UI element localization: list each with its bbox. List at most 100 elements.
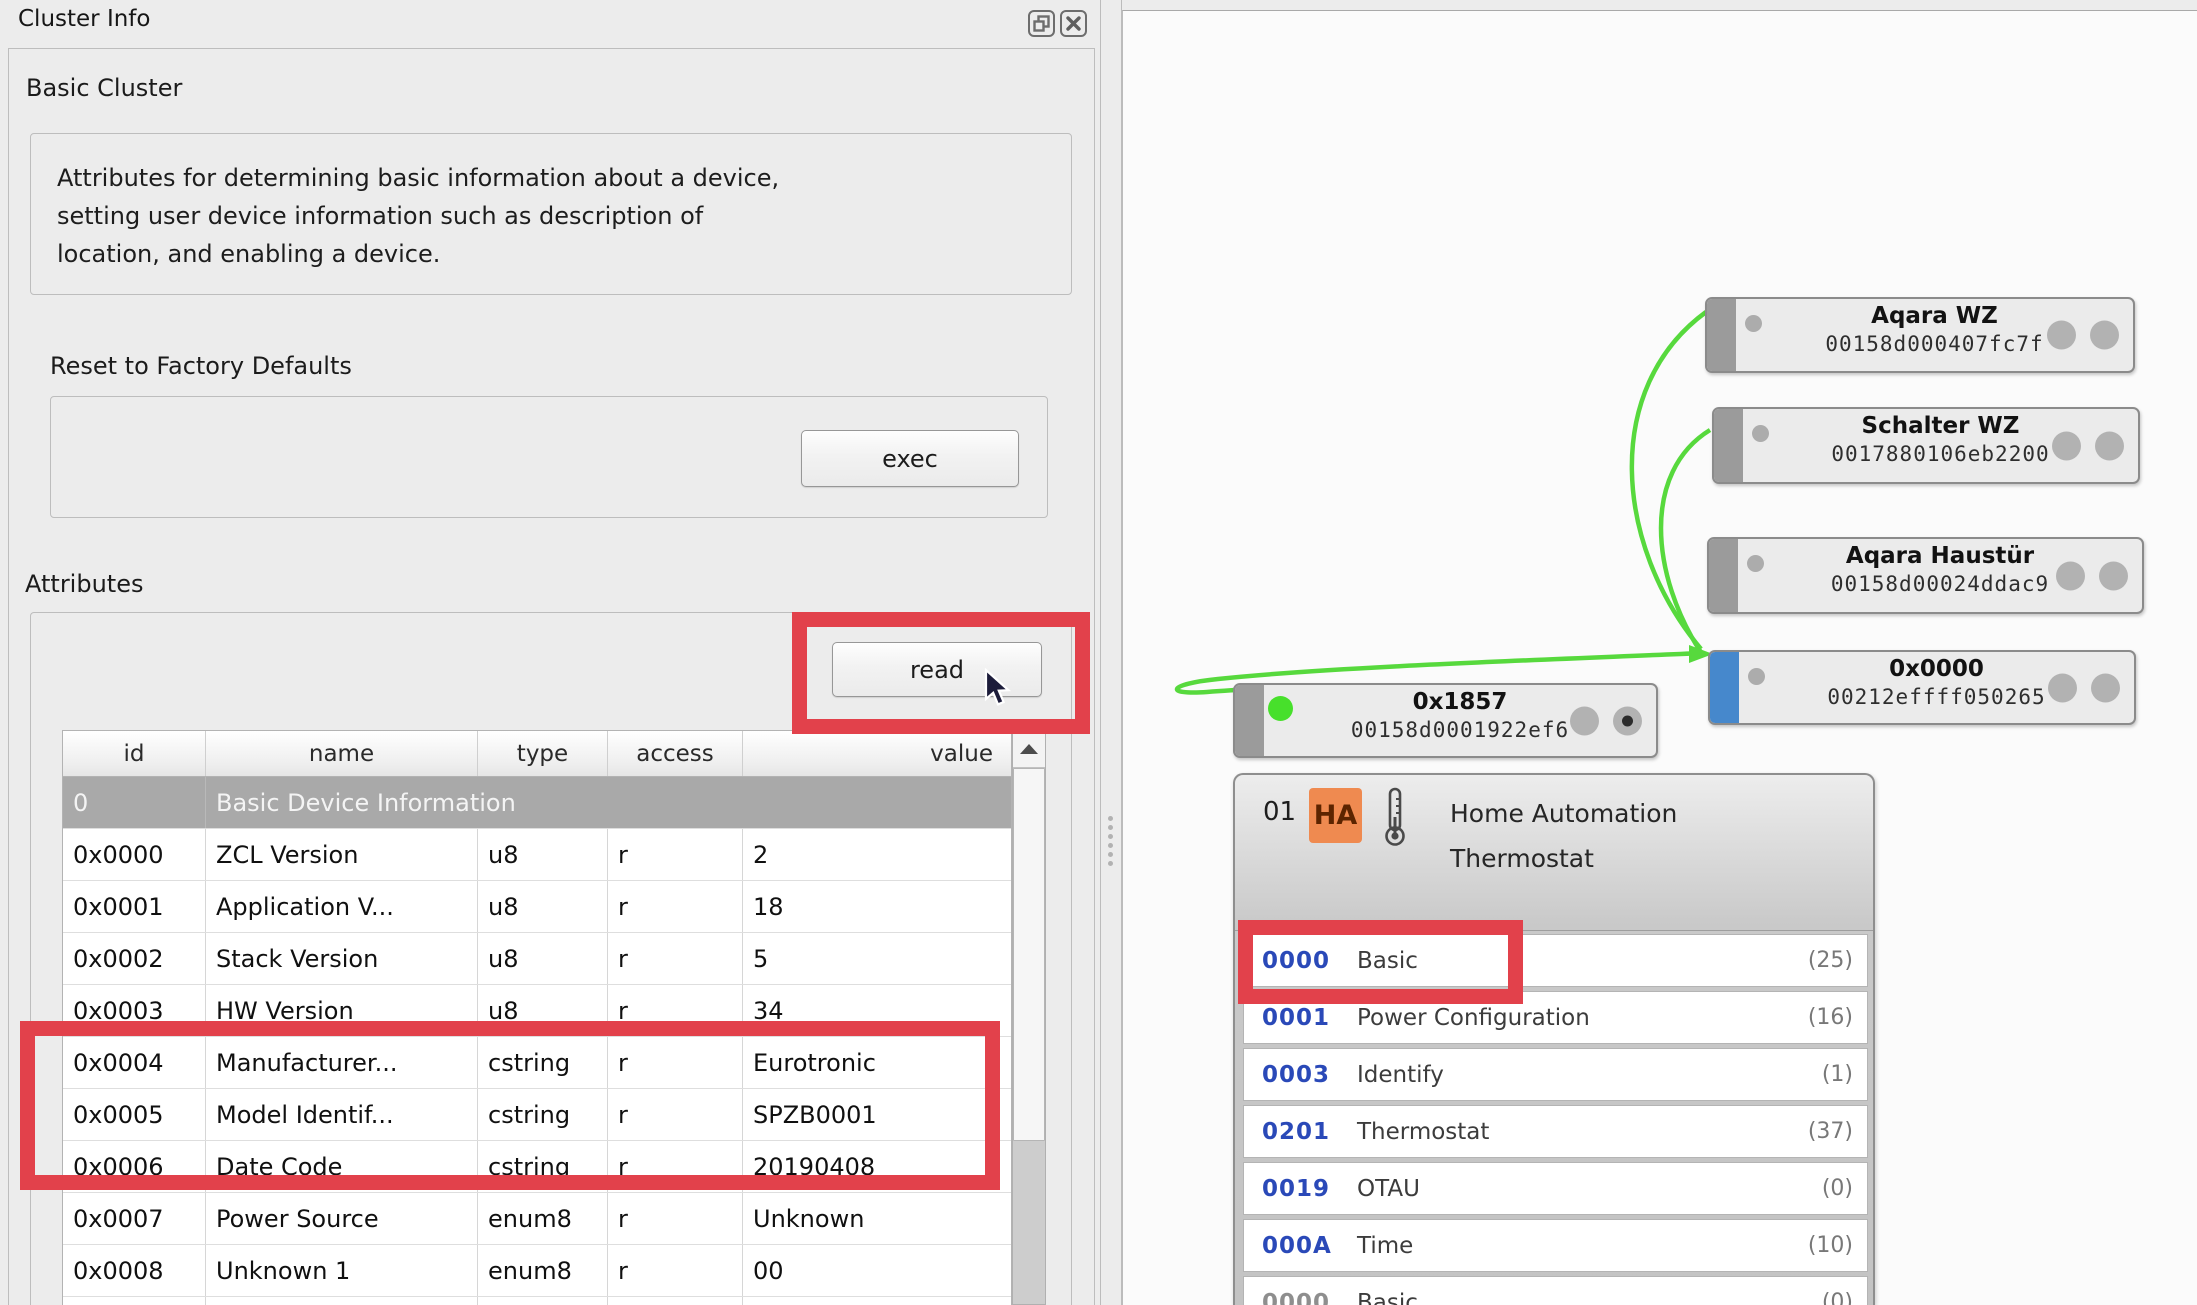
cluster-id: 0019 [1262, 1176, 1357, 1202]
cluster-attribute-count: (10) [1808, 1233, 1853, 1258]
node-indicator-circle [1570, 706, 1599, 735]
node-left-bar [1709, 539, 1738, 612]
cluster-name: Identify [1357, 1062, 1444, 1088]
node-indicator-circle [2052, 431, 2081, 460]
cell-value: 20190408 [743, 1141, 1011, 1192]
column-header-id[interactable]: id [63, 731, 206, 776]
cell-id: 0x0003 [63, 985, 206, 1036]
cell-name: Date Code [206, 1141, 478, 1192]
cell-name: Model Identif... [206, 1089, 478, 1140]
exec-button[interactable]: exec [801, 430, 1019, 487]
close-icon [1066, 16, 1081, 31]
cluster-id: 0201 [1262, 1119, 1357, 1145]
node-left-bar [1235, 685, 1264, 756]
column-header-type[interactable]: type [478, 731, 608, 776]
node-indicator-circle [2047, 321, 2076, 350]
thermometer-icon [1383, 787, 1407, 847]
cell-type: enum8 [478, 1193, 608, 1244]
cluster-attribute-count: (1) [1822, 1062, 1853, 1087]
cluster-row-otau[interactable]: 0019OTAU (0) [1243, 1162, 1868, 1215]
cell-id: 0x0000 [63, 829, 206, 880]
column-header-name[interactable]: name [206, 731, 478, 776]
node-indicator-circle [2056, 561, 2085, 590]
float-window-button[interactable] [1028, 10, 1055, 37]
endpoint-id: 01 [1263, 797, 1296, 827]
cell-id: 0x0004 [63, 1037, 206, 1088]
node-indicator-circle [2048, 673, 2077, 702]
splitter-handle[interactable] [1102, 810, 1120, 880]
table-row[interactable]: 0x0003HW Versionu8r34 [63, 985, 1011, 1037]
cluster-row-basic[interactable]: 0000Basic(25) [1243, 934, 1868, 987]
cluster-name: Power Configuration [1357, 1005, 1590, 1031]
cell-access: r [608, 1141, 743, 1192]
cell-type: enum8 [478, 1297, 608, 1305]
cell-name: Stack Version [206, 933, 478, 984]
cell-access: r [608, 1297, 743, 1305]
cell-access: r [608, 1245, 743, 1296]
cluster-description-box: Attributes for determining basic informa… [30, 133, 1072, 295]
node-indicator-circle-active [1613, 706, 1642, 735]
cell-id: 0x0005 [63, 1089, 206, 1140]
read-button[interactable]: read [832, 642, 1042, 697]
cell-value: 5 [743, 933, 1011, 984]
table-row[interactable]: 0x0005Model Identif...cstringrSPZB0001 [63, 1089, 1011, 1141]
table-section-row[interactable]: 0Basic Device Information [63, 777, 1011, 829]
cell-access: r [608, 933, 743, 984]
cluster-name: OTAU [1357, 1176, 1420, 1202]
close-window-button[interactable] [1060, 10, 1087, 37]
table-row[interactable]: 0x0004Manufacturer...cstringrEurotronic [63, 1037, 1011, 1089]
node-aqara-wz[interactable]: Aqara WZ 00158d000407fc7f [1705, 297, 2135, 373]
node-0x1857[interactable]: 0x1857 00158d0001922ef6 [1233, 683, 1658, 758]
table-row[interactable]: 0x0000ZCL Versionu8r2 [63, 829, 1011, 881]
cluster-name: Basic [1357, 948, 1418, 974]
node-aqara-haustuer[interactable]: Aqara Haustür 00158d00024ddac9 [1707, 537, 2144, 614]
table-row[interactable]: 0x0006Date Codecstringr20190408 [63, 1141, 1011, 1193]
cluster-row-time[interactable]: 000ATime(10) [1243, 1219, 1868, 1272]
cluster-id: 0001 [1262, 1005, 1357, 1031]
endpoint-separator [1235, 930, 1873, 931]
cell-type: u8 [478, 933, 608, 984]
reset-group-box: exec [50, 396, 1048, 518]
cluster-row-thermostat[interactable]: 0201Thermostat(37) [1243, 1105, 1868, 1158]
scroll-up-arrow-icon[interactable] [1013, 731, 1045, 768]
splitter-line-left [1100, 0, 1101, 1305]
cluster-id: 0003 [1262, 1062, 1357, 1088]
cell-value: Unknown [743, 1193, 1011, 1244]
scrollbar-thumb[interactable] [1013, 768, 1045, 1141]
cell-type: u8 [478, 985, 608, 1036]
endpoint-device-name: Home Automation Thermostat [1450, 791, 1677, 881]
cluster-list: 0000Basic(25) 0001Power Configuration (16)… [1243, 934, 1868, 1305]
table-row[interactable]: 0x0008Unknown 1enum8r00 [63, 1245, 1011, 1297]
cluster-row-identify[interactable]: 0003Identify (1) [1243, 1048, 1868, 1101]
attributes-table-scrollbar[interactable] [1012, 730, 1046, 1305]
column-header-value[interactable]: value [743, 731, 1011, 776]
cell-type: u8 [478, 829, 608, 880]
table-row[interactable]: 0x0002Stack Versionu8r5 [63, 933, 1011, 985]
cell-value: 00 [743, 1297, 1011, 1305]
cell-name: ZCL Version [206, 829, 478, 880]
node-indicator-circle [2090, 321, 2119, 350]
cluster-row-power-configuration[interactable]: 0001Power Configuration (16) [1243, 991, 1868, 1044]
cell-value: 00 [743, 1245, 1011, 1296]
cell-value: Eurotronic [743, 1037, 1011, 1088]
table-row[interactable]: 0x0001Application V...u8r18 [63, 881, 1011, 933]
cluster-description-text: Attributes for determining basic informa… [57, 159, 1071, 273]
cell-name: Power Source [206, 1193, 478, 1244]
cluster-attribute-count: (0) [1822, 1176, 1853, 1201]
table-row[interactable]: 0x0007Power Sourceenum8rUnknown [63, 1193, 1011, 1245]
cell-id: 0 [63, 777, 206, 828]
cell-access: r [608, 829, 743, 880]
node-coordinator-0x0000[interactable]: 0x0000 00212effff050265 [1708, 650, 2136, 725]
cluster-attribute-count: (16) [1808, 1005, 1853, 1030]
column-header-access[interactable]: access [608, 731, 743, 776]
cell-id: 0x0006 [63, 1141, 206, 1192]
deconz-window: Cluster Info Basic Cluster Attributes fo… [0, 0, 2197, 1305]
cluster-attribute-count: (37) [1808, 1119, 1853, 1144]
cluster-row-basic[interactable]: 0000Basic(0) [1243, 1276, 1868, 1305]
node-schalter-wz[interactable]: Schalter WZ 0017880106eb2200 [1712, 407, 2140, 484]
cell-access: r [608, 881, 743, 932]
node-left-bar [1707, 299, 1736, 371]
table-row[interactable]: 0x0009Unknown 2enum8r00 [63, 1297, 1011, 1305]
cell-type: cstring [478, 1089, 608, 1140]
cluster-attribute-count: (0) [1822, 1290, 1853, 1305]
